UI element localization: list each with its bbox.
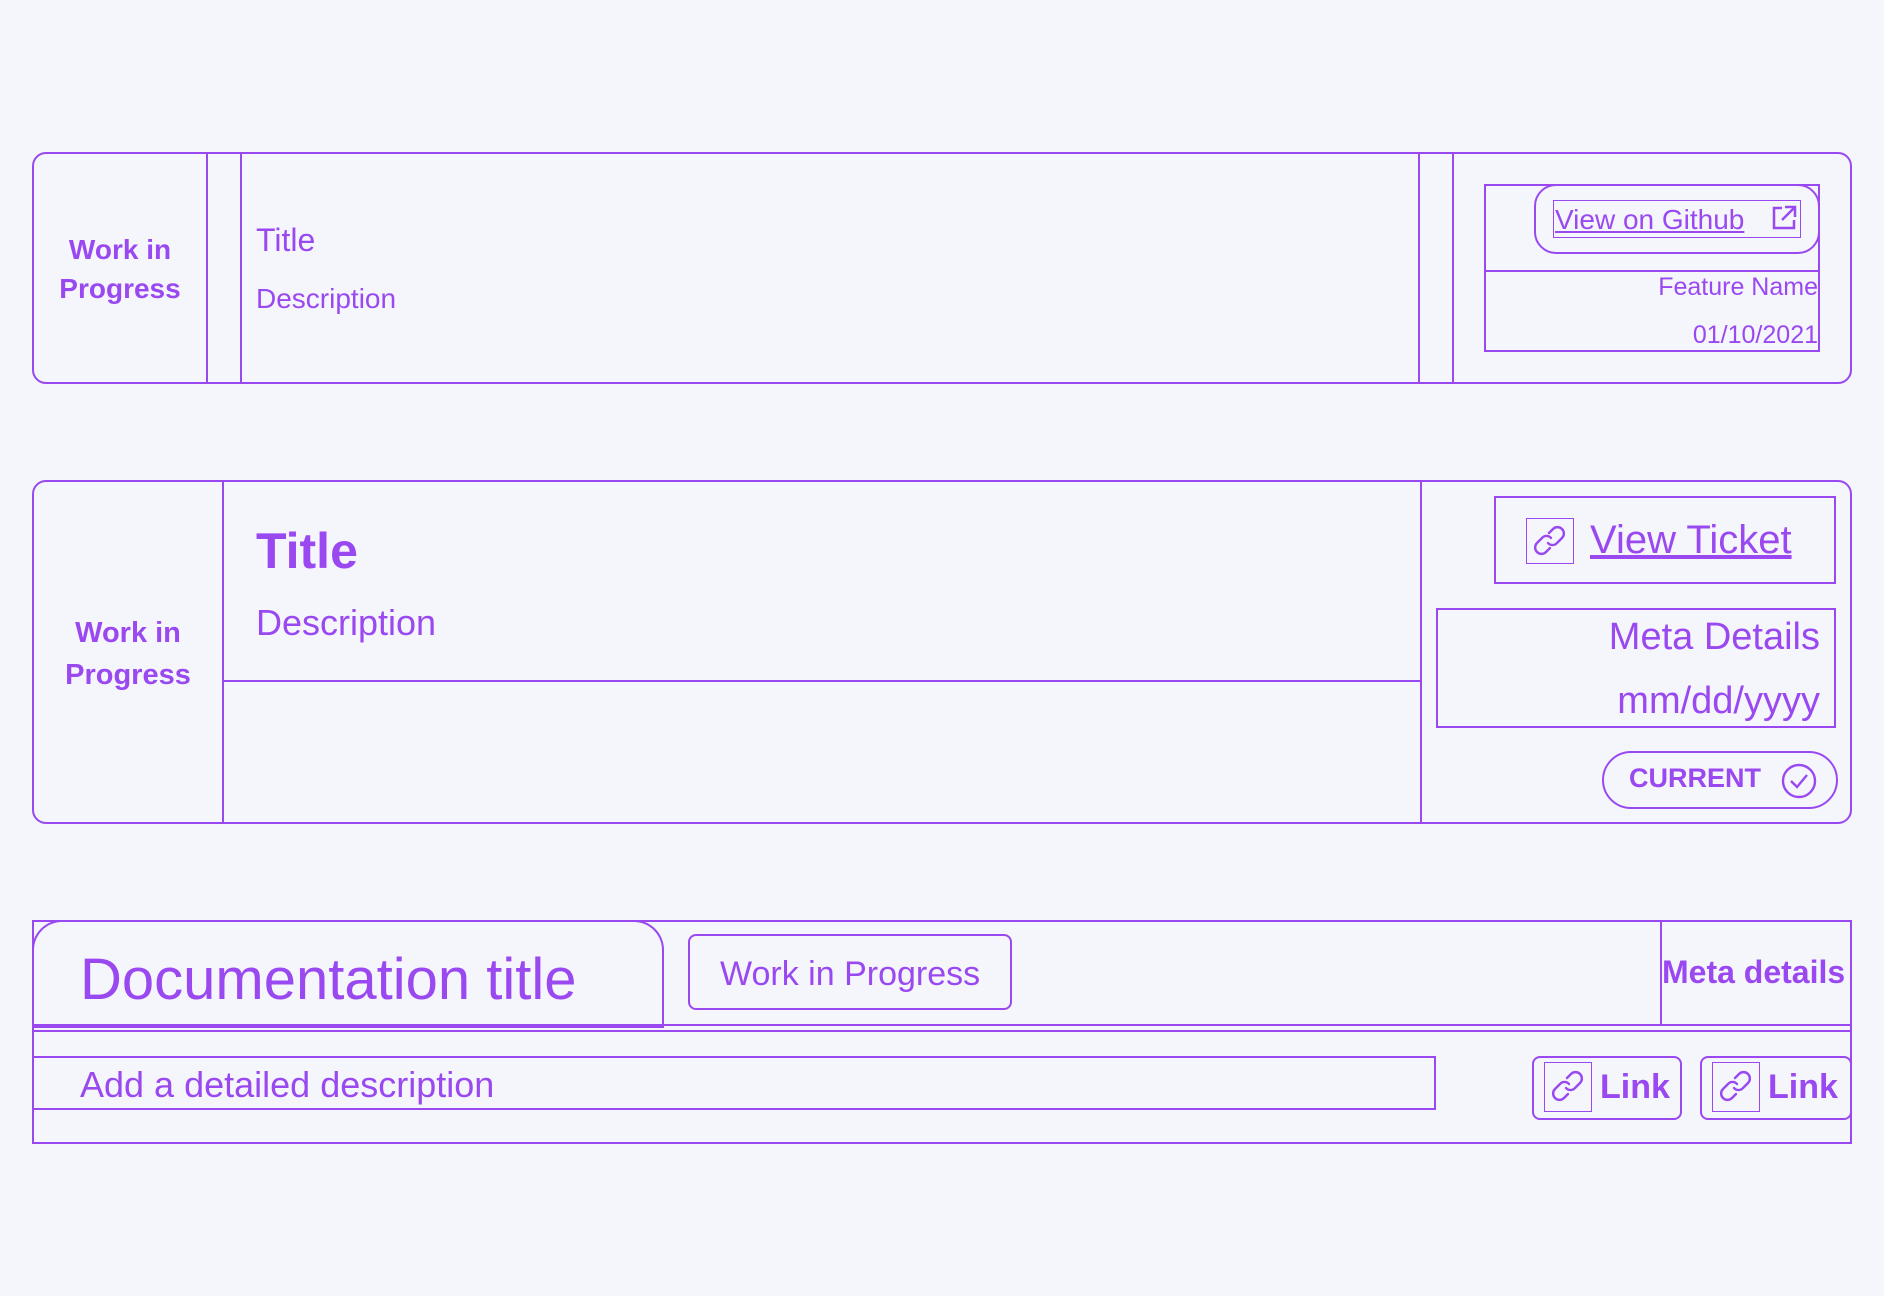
divider <box>222 680 1420 682</box>
github-link[interactable]: View on Github <box>1553 200 1801 238</box>
status-label: Work in Progress <box>59 234 181 304</box>
status-chip: Work in Progress <box>688 934 1012 1010</box>
status-label: Work in Progress <box>65 617 191 691</box>
github-link-label: View on Github <box>1555 204 1745 235</box>
divider <box>1420 480 1422 824</box>
card-title: Title <box>256 523 358 579</box>
status-label: Work in Progress <box>720 955 981 993</box>
badge-label: CURRENT <box>1629 763 1761 793</box>
link-button[interactable]: Link <box>1700 1056 1852 1120</box>
view-ticket-button[interactable]: View Ticket <box>1494 496 1836 584</box>
link-label: Link <box>1768 1068 1838 1106</box>
description-field[interactable]: Add a detailed description <box>32 1056 1436 1110</box>
link-icon <box>1544 1062 1592 1112</box>
view-ticket-label: View Ticket <box>1590 518 1792 562</box>
divider <box>240 152 242 384</box>
link-label: Link <box>1600 1068 1670 1106</box>
current-badge: CURRENT <box>1602 751 1838 809</box>
card-title: Title <box>256 222 316 258</box>
divider <box>206 152 208 384</box>
link-button[interactable]: Link <box>1532 1056 1682 1120</box>
divider <box>1452 152 1454 384</box>
meta-details: Meta Details <box>1608 616 1820 658</box>
doc-title-tab: Documentation title <box>32 920 664 1028</box>
feature-date: 01/10/2021 <box>1692 321 1818 349</box>
divider <box>32 1030 1852 1032</box>
doc-title: Documentation title <box>80 947 577 1012</box>
description-placeholder: Add a detailed description <box>80 1064 495 1105</box>
card-description: Description <box>256 602 437 643</box>
divider <box>32 1024 1852 1026</box>
feature-name: Feature Name <box>1658 273 1818 301</box>
meta-details: Meta details <box>1662 954 1846 990</box>
date-field: mm/dd/yyyy <box>1617 680 1820 722</box>
link-icon <box>1712 1062 1760 1112</box>
check-circle-icon <box>1780 762 1818 800</box>
card-description: Description <box>256 283 397 314</box>
divider <box>1418 152 1420 384</box>
external-link-icon <box>1770 204 1798 232</box>
divider <box>1484 270 1820 272</box>
divider <box>222 480 224 824</box>
link-icon <box>1526 518 1574 564</box>
